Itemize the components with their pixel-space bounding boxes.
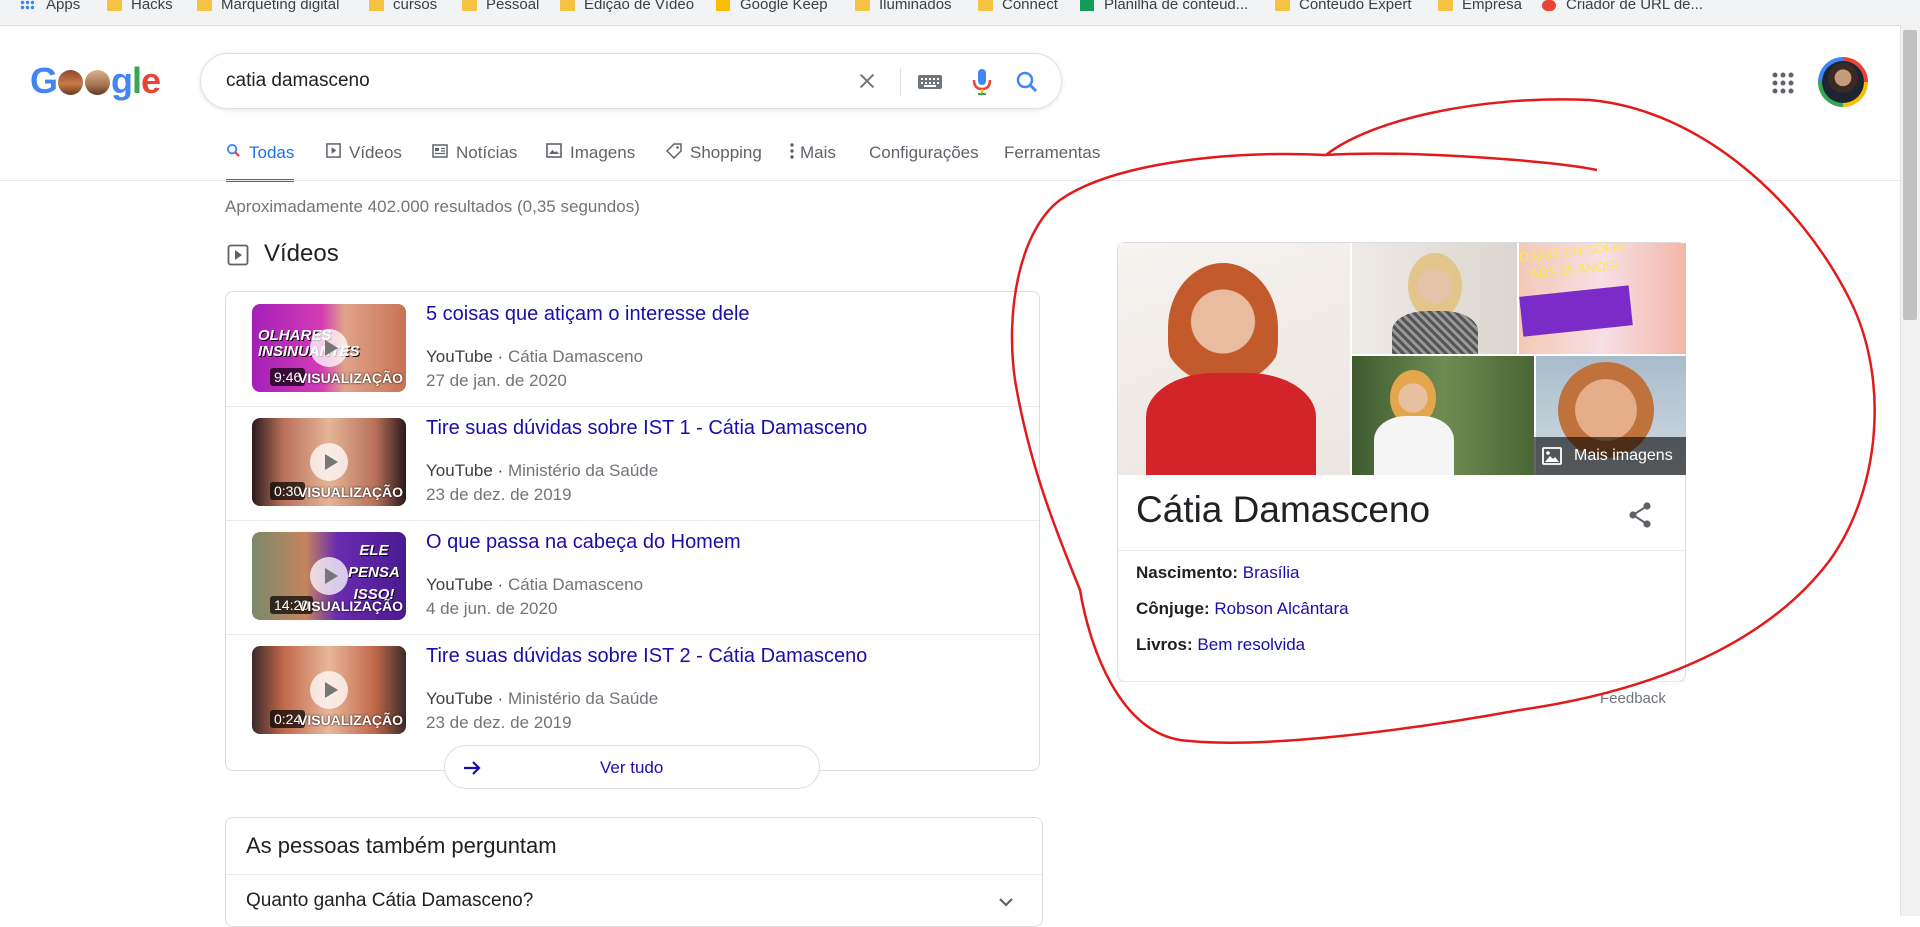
scrollbar-thumb[interactable] [1903,30,1917,320]
red-circle-annotation [1010,98,1876,744]
